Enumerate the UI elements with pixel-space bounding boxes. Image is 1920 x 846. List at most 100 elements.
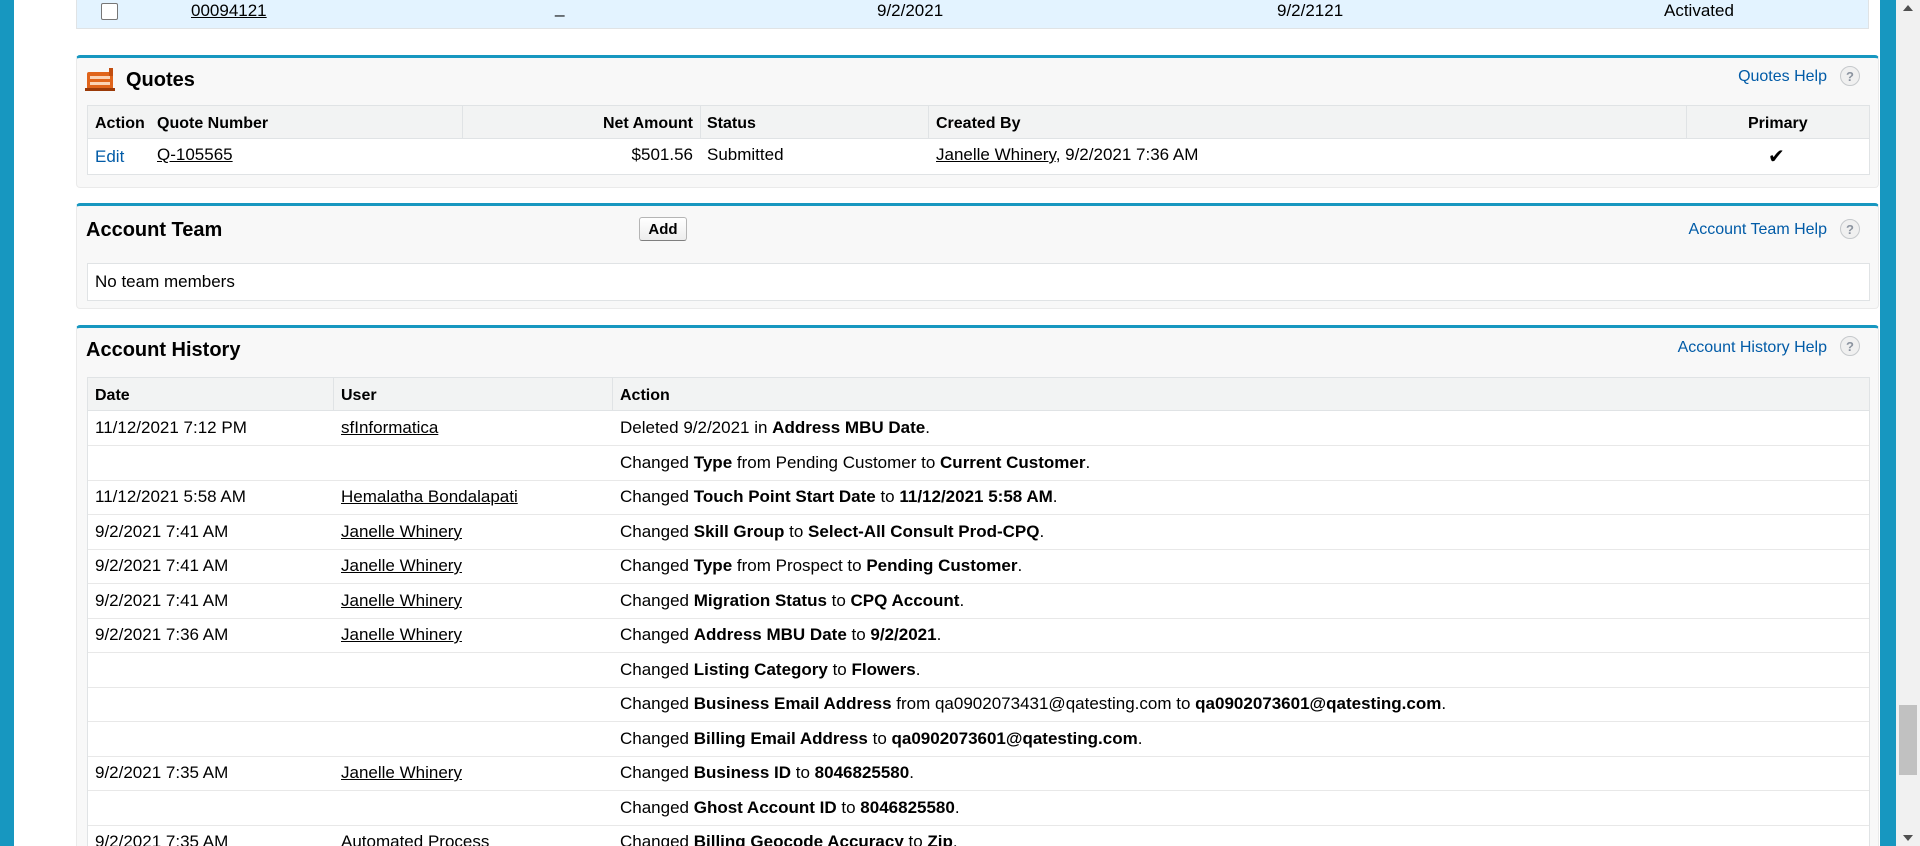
quotes-table: Action Quote Number Net Amount Status Cr…	[87, 105, 1870, 175]
quotes-section: Quotes Quotes Help ? Action Quote Number…	[76, 55, 1879, 188]
col-action: Action	[95, 115, 145, 132]
account-team-help-link[interactable]: Account Team Help	[1689, 221, 1827, 239]
history-action-text: .	[1441, 694, 1447, 713]
history-user-link: Automated Process	[341, 832, 490, 846]
col-user: User	[341, 387, 377, 404]
history-field-value: Pending Customer	[866, 556, 1018, 575]
history-action-text: to	[903, 832, 928, 846]
history-action-text: to	[826, 590, 851, 610]
history-action: Changed Touch Point Start Date to 11/12/…	[620, 487, 1058, 507]
history-action-text: .	[915, 659, 921, 679]
history-user-link[interactable]: Hemalatha Bondalapati	[341, 487, 518, 507]
history-action-text: .	[1017, 556, 1023, 575]
history-action-text: Changed	[620, 728, 694, 748]
account-history-section: Account History Account History Help ? D…	[76, 325, 1879, 846]
history-row: 9/2/2021 7:36 AM Janelle Whinery Changed A…	[88, 618, 1869, 653]
history-row: Changed Listing Category to Flowers.	[88, 653, 1869, 688]
col-action: Action	[620, 387, 670, 404]
history-date: 9/2/2021 7:41 AM	[95, 521, 229, 541]
history-date: 9/2/2021 7:41 AM	[95, 556, 229, 575]
history-action-text: Changed	[620, 832, 694, 846]
history-field-value: qa0902073601@qatesting.com	[891, 728, 1138, 748]
quote-net-amount: $501.56	[631, 145, 693, 164]
history-row: 9/2/2021 7:41 AM Janelle Whinery Changed S…	[88, 515, 1869, 550]
history-user-link[interactable]: Janelle Whinery	[341, 591, 462, 611]
account-team-title: Account Team	[86, 219, 223, 241]
history-row: Changed Business Email Address from qa09…	[88, 687, 1869, 722]
scrollbar-thumb[interactable]	[1899, 705, 1917, 775]
history-user-link[interactable]: Janelle Whinery	[341, 763, 462, 783]
history-user-link[interactable]: sfInformatica	[341, 418, 438, 438]
history-field-value: 11/12/2021 5:58 AM	[899, 487, 1053, 506]
history-action-text: .	[925, 418, 930, 437]
history-user-link[interactable]: Janelle Whinery	[341, 625, 462, 645]
scroll-up-arrow-icon[interactable]	[1896, 0, 1920, 16]
history-row: Changed Type from Pending Customer to Cu…	[88, 446, 1869, 481]
contract-dash: _	[555, 0, 565, 17]
history-field-value: Billing Email Address	[693, 728, 868, 748]
history-action-text: .	[909, 763, 914, 782]
history-user-link[interactable]: Janelle Whinery	[341, 522, 462, 542]
account-team-table: No team members	[87, 263, 1870, 301]
history-action-text: .	[1039, 521, 1045, 541]
contract-row: 00094121 _ 9/2/2021 9/2/2121 Activated	[76, 0, 1869, 29]
history-action: Deleted 9/2/2021 in Address MBU Date.	[620, 418, 930, 438]
created-by-user-link[interactable]: Janelle Whinery	[936, 145, 1056, 164]
history-action: Changed Listing Category to Flowers.	[620, 660, 920, 680]
scroll-down-arrow-icon[interactable]	[1896, 830, 1920, 846]
history-action-text: .	[1052, 487, 1058, 506]
history-row: Changed Billing Email Address to qa09020…	[88, 722, 1869, 757]
history-action-text: Changed	[620, 487, 694, 506]
edit-quote-link[interactable]: Edit	[95, 147, 124, 167]
history-row: 9/2/2021 7:35 AM Janelle Whinery Changed B…	[88, 756, 1869, 791]
history-field-value: Address MBU Date	[772, 418, 926, 437]
contract-number-link[interactable]: 00094121	[191, 1, 267, 21]
quote-created-by: Janelle Whinery, 9/2/2021 7:36 AM	[936, 145, 1198, 165]
history-field-value: Flowers	[851, 659, 916, 679]
help-icon[interactable]: ?	[1840, 219, 1860, 239]
history-action-text: to	[867, 728, 892, 748]
history-date: 11/12/2021 5:58 AM	[95, 487, 246, 506]
history-action-text: .	[1137, 728, 1143, 748]
history-field-value: Business Email Address	[693, 694, 892, 713]
page-content: 00094121 _ 9/2/2021 9/2/2121 Activated Q…	[14, 0, 1880, 846]
col-created-by: Created By	[936, 115, 1021, 132]
history-field-value: Listing Category	[693, 659, 828, 679]
history-field-value: Zip	[927, 832, 953, 846]
history-action-text: Changed	[620, 590, 694, 610]
history-action-text: .	[959, 590, 965, 610]
account-history-help-link[interactable]: Account History Help	[1678, 339, 1827, 357]
history-action-text: Changed	[620, 797, 694, 817]
help-icon[interactable]: ?	[1840, 336, 1860, 356]
history-action-text: to	[784, 521, 809, 541]
quotes-help-link[interactable]: Quotes Help	[1738, 68, 1827, 86]
row-checkbox[interactable]	[101, 3, 118, 20]
quotes-title: Quotes	[126, 69, 195, 91]
history-field-value: 8046825580	[860, 797, 955, 817]
col-primary: Primary	[1748, 115, 1808, 132]
history-action-text: Changed	[620, 452, 694, 472]
col-status: Status	[707, 115, 756, 132]
primary-check-icon: ✔	[1768, 146, 1785, 168]
history-date: 9/2/2021 7:35 AM	[95, 832, 229, 846]
account-history-title: Account History	[86, 339, 241, 361]
history-field-value: Select-All Consult Prod-CPQ	[808, 521, 1040, 541]
history-action-text: to	[846, 625, 871, 644]
history-field-value: Billing Geocode Accuracy	[693, 832, 904, 846]
quote-number-link[interactable]: Q-105565	[157, 145, 233, 165]
history-date: 9/2/2021 7:35 AM	[95, 763, 229, 782]
history-action-text: Changed	[620, 625, 694, 644]
contract-start-date: 9/2/2021	[877, 1, 944, 20]
history-user-link[interactable]: Janelle Whinery	[341, 556, 462, 576]
add-team-member-button[interactable]: Add	[639, 217, 687, 241]
history-table: Date User Action 11/12/2021 7:12 PM sfInf…	[87, 377, 1870, 846]
history-row: 11/12/2021 5:58 AM Hemalatha Bondalapati C…	[88, 480, 1869, 515]
history-action: Changed Migration Status to CPQ Account.	[620, 591, 964, 611]
history-row: 11/12/2021 7:12 PM sfInformatica Deleted 9…	[88, 411, 1869, 446]
help-icon[interactable]: ?	[1840, 66, 1860, 86]
history-action: Changed Type from Prospect to Pending Cu…	[620, 556, 1022, 576]
col-net-amount: Net Amount	[602, 115, 693, 132]
history-field-value: 9/2/2021	[870, 625, 937, 644]
history-action: Changed Type from Pending Customer to Cu…	[620, 453, 1090, 473]
contract-status: Activated	[1664, 1, 1734, 20]
